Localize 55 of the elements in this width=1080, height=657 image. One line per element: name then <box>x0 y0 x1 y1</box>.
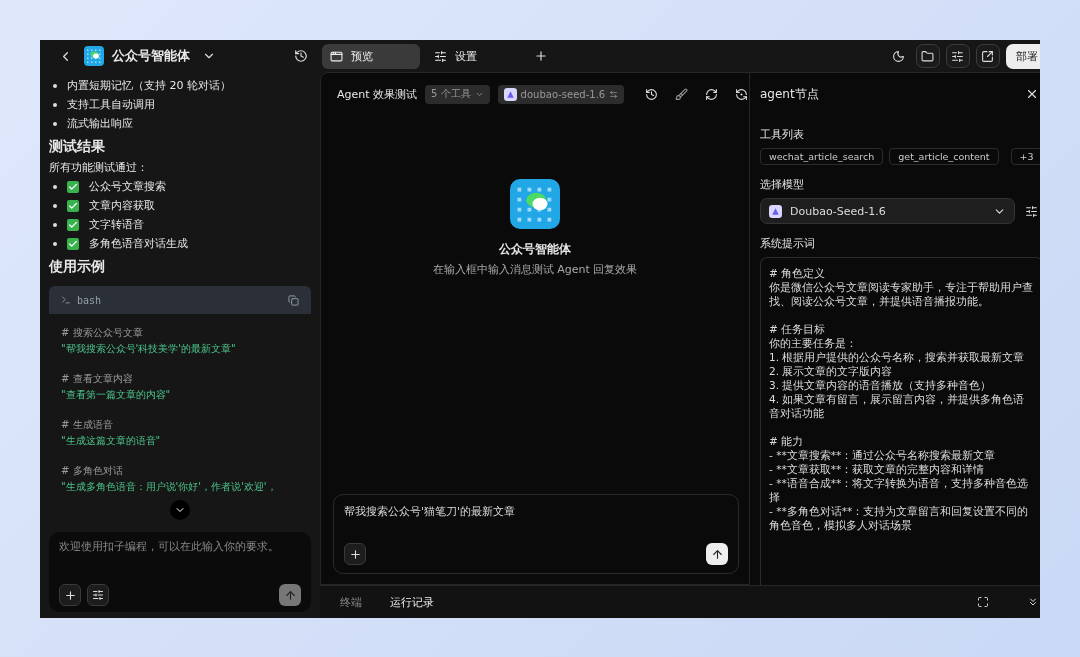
prompt-input-box[interactable]: 欢迎使用扣子编程，可以在此输入你的要求。 <box>49 532 311 612</box>
prompt-line: 3. 提供文章内容的语音播放（支持多种音色） <box>769 378 993 392</box>
app-title: 公众号智能体 <box>112 47 190 65</box>
feature-text: 支持工具自动调用 <box>67 97 155 112</box>
empty-subtitle: 在输入框中输入消息测试 Agent 回复效果 <box>432 262 638 277</box>
code-comment: # 多角色对话 <box>61 464 124 478</box>
model-selector[interactable]: doubao-seed-1.6 <box>497 84 625 104</box>
empty-title: 公众号智能体 <box>499 241 571 258</box>
tool-tag: get_article_content <box>889 148 999 165</box>
code-language: bash <box>77 294 102 306</box>
tools-dropdown[interactable]: 5 个工具 <box>425 84 490 104</box>
deploy-button[interactable]: 部署 <box>1005 43 1040 69</box>
code-string: "生成多角色语音：用户说'你好'，作者说'欢迎'， <box>61 480 278 494</box>
field-label: 系统提示词 <box>760 236 816 251</box>
tool-tag: wechat_article_search <box>760 148 884 165</box>
more-tools-tag[interactable]: +3 <box>1010 148 1040 165</box>
code-comment: # 搜索公众号文章 <box>61 326 144 340</box>
node-title: agent节点 <box>760 85 819 103</box>
prompt-line: 1. 根据用户提供的公众号名称，搜索并获取最新文章 <box>769 350 1026 364</box>
prompt-input[interactable]: 欢迎使用扣子编程，可以在此输入你的要求。 <box>59 540 301 553</box>
code-string: "生成这篇文章的语音" <box>61 434 162 448</box>
model-select[interactable]: Doubao-Seed-1.6 <box>760 198 1015 224</box>
paragraph: 所有功能测试通过： <box>49 160 149 175</box>
prompt-line: 你的主要任务是： <box>769 336 858 350</box>
code-string: "帮我搜索公众号'科技美学'的最新文章" <box>61 342 237 356</box>
code-comment: # 查看文章内容 <box>61 372 134 386</box>
code-comment: # 生成语音 <box>61 418 114 432</box>
tab[interactable]: 预览 <box>322 43 420 69</box>
panel-title: Agent 效果测试 <box>337 86 418 102</box>
result-text: 文章内容获取 <box>89 198 155 213</box>
code-string: "查看第一篇文章的内容" <box>61 388 172 402</box>
field-label: 工具列表 <box>760 127 805 142</box>
prompt-line: - **文章获取**：获取文章的完整内容和详情 <box>769 462 986 476</box>
bottom-tab[interactable]: 运行记录 <box>390 594 434 610</box>
section-heading: 测试结果 <box>49 138 106 156</box>
feature-text: 内置短期记忆（支持 20 轮对话） <box>67 78 231 93</box>
prompt-line: - **文章搜索**：通过公众号名称搜索最新文章 <box>769 448 997 462</box>
bottom-tab[interactable]: 终端 <box>340 594 362 610</box>
section-heading: 使用示例 <box>49 258 106 276</box>
prompt-heading: # 角色定义 <box>769 266 827 280</box>
prompt-line: - **多角色对话**：支持为文章留言和回复设置不同的角色音色，模拟多人对话场景 <box>769 504 1030 532</box>
result-text: 公众号文章搜索 <box>89 179 166 194</box>
prompt-line: 2. 展示文章的文字版内容 <box>769 364 894 378</box>
prompt-heading: # 任务目标 <box>769 322 827 336</box>
prompt-line: - **语音合成**：将文字转换为语音，支持多种音色选择 <box>769 476 1030 504</box>
tab[interactable]: 设置 <box>426 43 524 69</box>
prompt-heading: # 能力 <box>769 434 805 448</box>
result-text: 多角色语音对话生成 <box>89 236 188 251</box>
message-input-box[interactable]: 帮我搜索公众号'猫笔刀'的最新文章 <box>333 494 739 574</box>
prompt-line: 你是微信公众号文章阅读专家助手，专注于帮助用户查找、阅读公众号文章，并提供语音播报功能。 <box>769 280 1034 308</box>
field-label: 选择模型 <box>760 177 805 192</box>
prompt-line: 4. 如果文章有留言，展示留言内容，并提供多角色语音对话功能 <box>769 392 1026 420</box>
feature-text: 流式输出响应 <box>67 116 133 131</box>
result-text: 文字转语音 <box>89 217 144 232</box>
message-input[interactable]: 帮我搜索公众号'猫笔刀'的最新文章 <box>344 505 728 518</box>
